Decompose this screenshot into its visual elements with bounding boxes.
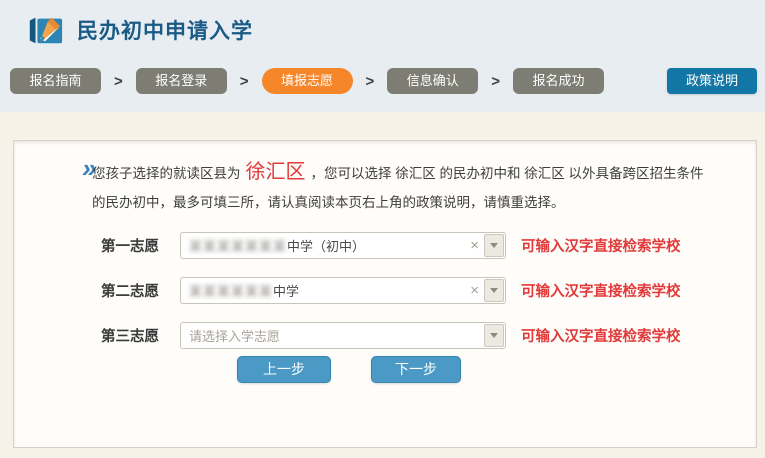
top-header-bar: 民办初中申请入学 报名指南 > 报名登录 > 填报志愿 > 信息确认 > 报名成… [0, 0, 765, 112]
redacted-school-name: 某某某某某某某 [189, 239, 287, 254]
step-fill-choices-active[interactable]: 填报志愿 [262, 68, 353, 94]
main-panel: » 您孩子选择的就读区县为徐汇区，您可以选择 徐汇区 的民办初中和 徐汇区 以外… [13, 140, 757, 448]
school-name-suffix: 中学（初中） [287, 239, 365, 254]
chevron-down-icon [490, 288, 498, 293]
next-step-button[interactable]: 下一步 [371, 356, 461, 383]
notice-line2: 的民办初中，最多可填三所，请认真阅读本页右上角的政策说明，请慎重选择。 [92, 195, 565, 210]
step-arrow-icon: > [114, 73, 123, 90]
redacted-school-name: 某某某某某某 [189, 284, 273, 299]
third-choice-row: 第三志愿 请选择入学志愿 可输入汉字直接检索学校 [101, 322, 681, 349]
first-choice-combobox[interactable]: 某某某某某某某中学（初中） × [180, 232, 506, 259]
third-choice-combobox[interactable]: 请选择入学志愿 [180, 322, 506, 349]
book-pen-logo-icon [26, 11, 64, 49]
step-info-confirm[interactable]: 信息确认 [387, 68, 478, 94]
district-notice-text: 您孩子选择的就读区县为徐汇区 ，您可以选择 徐汇区 的民办初中和 徐汇区 以外具备… [92, 158, 710, 217]
page-title: 民办初中申请入学 [77, 15, 253, 45]
chevron-down-icon [490, 243, 498, 248]
dropdown-button[interactable] [484, 324, 504, 347]
step-arrow-icon: > [240, 73, 249, 90]
third-choice-label: 第三志愿 [101, 325, 165, 346]
brand: 民办初中申请入学 [26, 11, 253, 49]
search-hint-text: 可输入汉字直接检索学校 [521, 235, 681, 256]
second-choice-combobox[interactable]: 某某某某某某中学 × [180, 277, 506, 304]
dropdown-button[interactable] [484, 279, 504, 302]
dropdown-button[interactable] [484, 234, 504, 257]
notice-prefix: 您孩子选择的就读区县为 [92, 166, 241, 181]
search-hint-text: 可输入汉字直接检索学校 [521, 280, 681, 301]
school-name-suffix: 中学 [273, 284, 299, 299]
search-hint-text: 可输入汉字直接检索学校 [521, 325, 681, 346]
second-choice-label: 第二志愿 [101, 280, 165, 301]
step-arrow-icon: > [491, 73, 500, 90]
first-choice-value: 某某某某某某某中学（初中） [181, 236, 465, 255]
second-choice-row: 第二志愿 某某某某某某中学 × 可输入汉字直接检索学校 [101, 277, 681, 304]
policy-explanation-button[interactable]: 政策说明 [667, 68, 757, 94]
first-choice-label: 第一志愿 [101, 235, 165, 256]
step-signup-success[interactable]: 报名成功 [513, 68, 604, 94]
step-signup-login[interactable]: 报名登录 [136, 68, 227, 94]
step-arrow-icon: > [366, 73, 375, 90]
first-choice-row: 第一志愿 某某某某某某某中学（初中） × 可输入汉字直接检索学校 [101, 232, 681, 259]
previous-step-button[interactable]: 上一步 [237, 356, 331, 383]
clear-icon[interactable]: × [465, 283, 484, 298]
step-navigation: 报名指南 > 报名登录 > 填报志愿 > 信息确认 > 报名成功 政策说明 [10, 68, 757, 94]
second-choice-value: 某某某某某某中学 [181, 281, 465, 300]
notice-line1: ，您可以选择 徐汇区 的民办初中和 徐汇区 以外具备跨区招生条件 [311, 166, 704, 181]
chevron-down-icon [490, 333, 498, 338]
third-choice-placeholder: 请选择入学志愿 [181, 326, 484, 345]
step-signup-guide[interactable]: 报名指南 [10, 68, 101, 94]
district-highlight: 徐汇区 [246, 161, 306, 183]
clear-icon[interactable]: × [465, 238, 484, 253]
